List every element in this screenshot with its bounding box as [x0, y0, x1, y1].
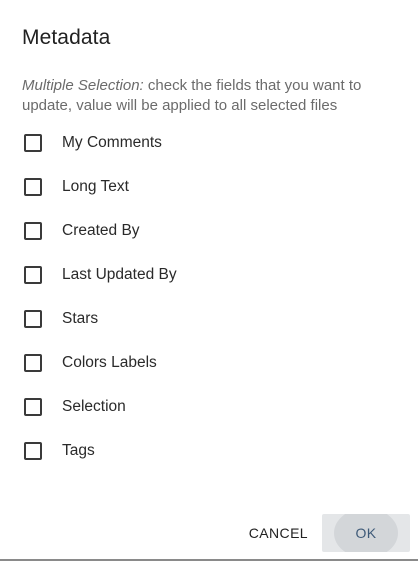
field-row-tags[interactable]: Tags: [24, 429, 394, 473]
checkbox-colors-labels[interactable]: [24, 354, 42, 372]
field-row-colors-labels[interactable]: Colors Labels: [24, 341, 394, 385]
dialog-description: Multiple Selection: check the fields tha…: [22, 76, 402, 116]
ok-button-label: OK: [355, 525, 377, 541]
checkbox-last-updated-by[interactable]: [24, 266, 42, 284]
checkbox-selection[interactable]: [24, 398, 42, 416]
field-row-last-updated-by[interactable]: Last Updated By: [24, 253, 394, 297]
field-row-stars[interactable]: Stars: [24, 297, 394, 341]
field-label: Last Updated By: [62, 266, 177, 283]
field-label: Colors Labels: [62, 354, 157, 371]
checkbox-tags[interactable]: [24, 442, 42, 460]
field-label: Selection: [62, 398, 126, 415]
dialog-title: Metadata: [22, 26, 111, 49]
field-label: Created By: [62, 222, 140, 239]
checkbox-long-text[interactable]: [24, 178, 42, 196]
field-label: Long Text: [62, 178, 129, 195]
checkbox-created-by[interactable]: [24, 222, 42, 240]
field-list: My Comments Long Text Created By Last Up…: [24, 121, 394, 473]
dialog-actions: CANCEL OK: [235, 514, 410, 552]
metadata-dialog: Metadata Multiple Selection: check the f…: [0, 0, 418, 561]
checkbox-stars[interactable]: [24, 310, 42, 328]
checkbox-my-comments[interactable]: [24, 134, 42, 152]
field-row-selection[interactable]: Selection: [24, 385, 394, 429]
cancel-button[interactable]: CANCEL: [235, 514, 322, 552]
field-label: My Comments: [62, 134, 162, 151]
field-label: Tags: [62, 442, 95, 459]
field-row-my-comments[interactable]: My Comments: [24, 121, 394, 165]
ok-button[interactable]: OK: [322, 514, 410, 552]
field-row-long-text[interactable]: Long Text: [24, 165, 394, 209]
field-row-created-by[interactable]: Created By: [24, 209, 394, 253]
description-emphasis: Multiple Selection:: [22, 77, 144, 94]
field-label: Stars: [62, 310, 99, 327]
